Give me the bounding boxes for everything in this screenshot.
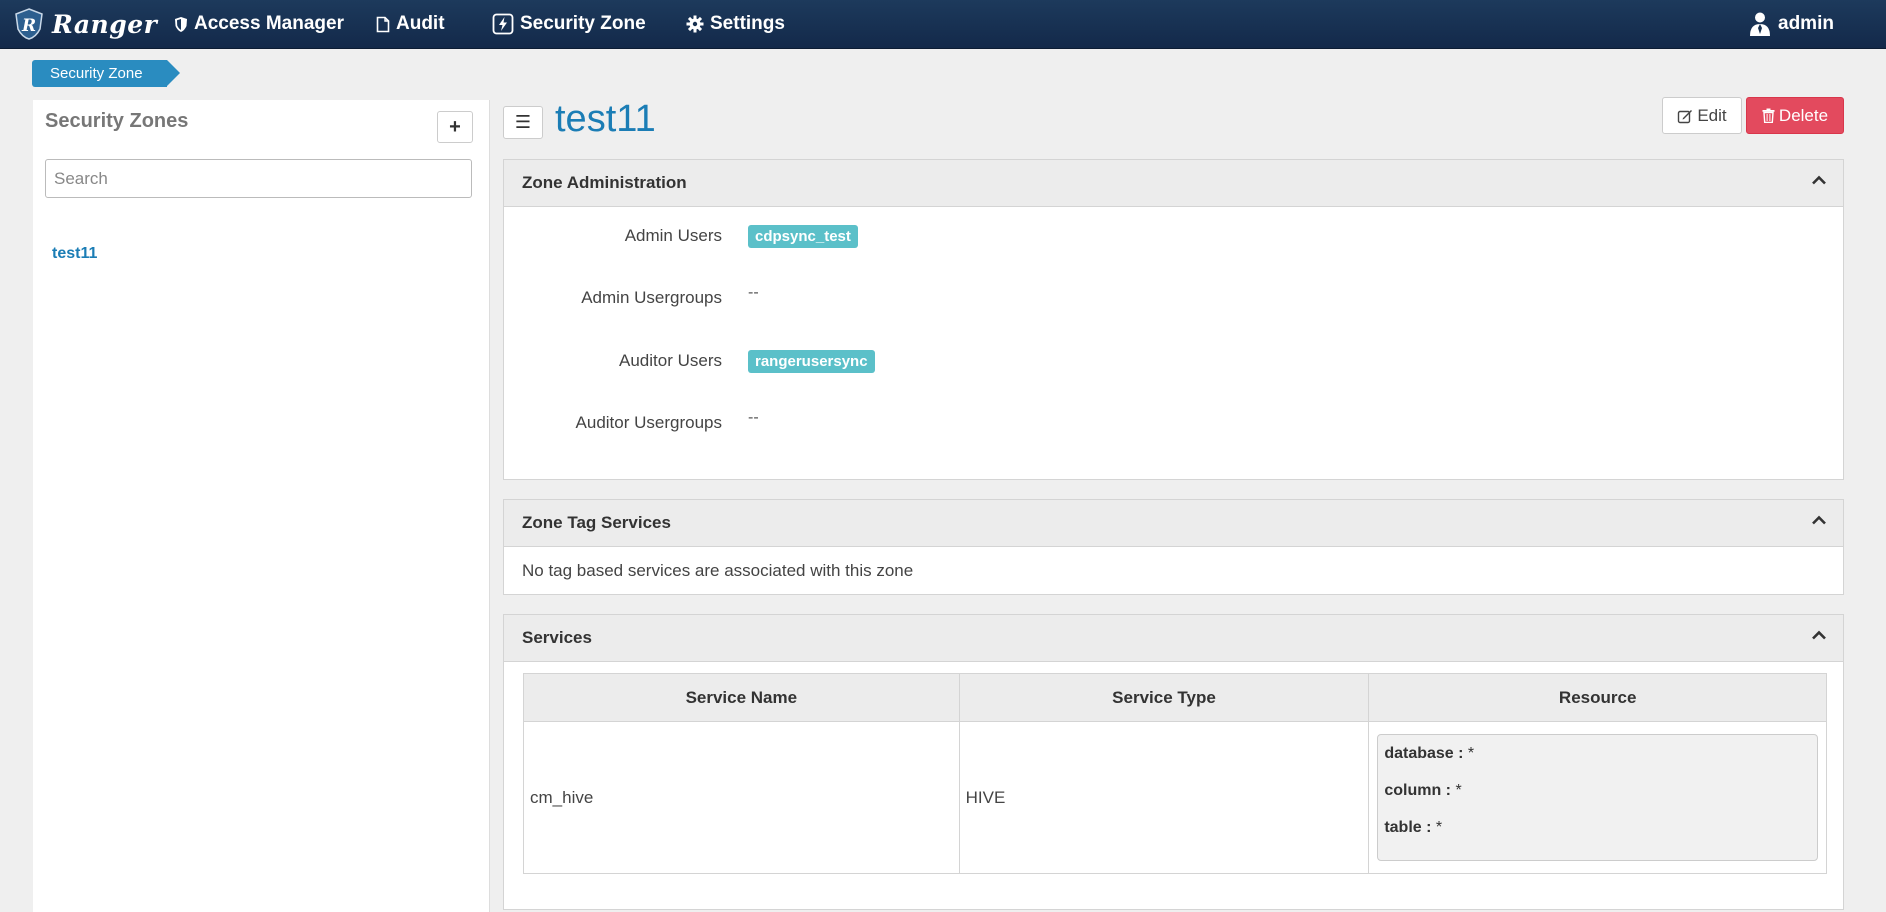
resource-key: database : [1384, 745, 1464, 762]
column-header-service-type: Service Type [958, 673, 1370, 722]
hamburger-icon: ☰ [514, 112, 532, 132]
admin-usergroups-label: Admin Usergroups [581, 288, 722, 307]
services-title: Services [522, 628, 592, 647]
nav-security-zone-label: Security Zone [520, 13, 646, 34]
sidebar-title: Security Zones [45, 110, 189, 132]
resource-key: column : [1384, 782, 1451, 799]
top-navbar: R Ranger Access Manager Audit Security Z… [0, 0, 1886, 49]
resource-cell: database : * column : * table : * [1368, 721, 1827, 874]
zone-tag-services-header[interactable]: Zone Tag Services [504, 500, 1843, 547]
ranger-logo-icon: R [15, 8, 43, 40]
nav-audit[interactable]: Audit [376, 0, 445, 48]
resource-value: * [1435, 819, 1443, 836]
nav-audit-label: Audit [396, 13, 445, 34]
resource-box: database : * column : * table : * [1377, 734, 1818, 861]
no-tag-services-message: No tag based services are associated wit… [522, 561, 914, 580]
user-name: admin [1778, 13, 1834, 34]
zone-title: test11 [555, 98, 656, 140]
zone-administration-panel: Zone Administration Admin Users cdpsync_… [503, 159, 1844, 480]
svg-text:R: R [21, 16, 36, 36]
file-icon [376, 16, 390, 32]
chevron-up-icon[interactable] [1811, 174, 1827, 186]
resource-value: * [1455, 782, 1462, 799]
user-icon [1750, 12, 1770, 36]
brand-name: Ranger [52, 9, 158, 39]
zone-administration-title: Zone Administration [522, 173, 687, 192]
trash-icon [1762, 108, 1775, 123]
auditor-usergroups-label: Auditor Usergroups [575, 413, 722, 432]
edit-button-label: Edit [1697, 105, 1727, 125]
auditor-users-label: Auditor Users [619, 351, 722, 370]
zone-administration-header[interactable]: Zone Administration [504, 160, 1843, 207]
plus-icon: + [449, 115, 461, 138]
edit-button[interactable]: Edit [1662, 97, 1742, 134]
delete-button-label: Delete [1778, 105, 1829, 125]
table-header-row: Service Name Service Type Resource [523, 673, 1827, 722]
gear-icon [686, 15, 704, 33]
services-header[interactable]: Services [504, 615, 1843, 662]
resource-line: database : * [1384, 743, 1811, 780]
bolt-icon [492, 13, 514, 35]
nav-security-zone[interactable]: Security Zone [492, 0, 646, 48]
nav-access-manager-label: Access Manager [194, 13, 344, 34]
resource-value: * [1467, 745, 1475, 762]
services-panel: Services Service Name Service Type Resou… [503, 614, 1844, 910]
table-row: cm_hive HIVE database : * column : * tab… [523, 721, 1827, 874]
auditor-usergroups-value: -- [748, 409, 759, 426]
user-menu[interactable]: admin [1748, 0, 1834, 48]
security-zones-sidebar: Security Zones + test11 [33, 100, 490, 912]
services-table: Service Name Service Type Resource cm_hi… [523, 673, 1827, 874]
nav-settings-label: Settings [710, 13, 785, 34]
delete-button[interactable]: Delete [1746, 97, 1844, 134]
admin-user-tag: cdpsync_test [748, 225, 858, 248]
service-name-cell: cm_hive [523, 721, 960, 874]
nav-access-manager[interactable]: Access Manager [174, 0, 344, 48]
zone-tag-services-title: Zone Tag Services [522, 513, 671, 532]
resource-key: table : [1384, 819, 1432, 836]
resource-line: table : * [1384, 817, 1811, 854]
admin-users-label: Admin Users [624, 226, 722, 245]
auditor-user-tag: rangerusersync [748, 350, 875, 373]
column-header-service-name: Service Name [523, 673, 960, 722]
zone-search-input[interactable] [45, 159, 472, 198]
chevron-up-icon[interactable] [1811, 514, 1827, 526]
add-zone-button[interactable]: + [437, 111, 473, 143]
service-type-cell: HIVE [958, 721, 1370, 874]
edit-icon [1678, 109, 1693, 123]
sidebar-zone-item[interactable]: test11 [52, 245, 97, 263]
zone-tag-services-panel: Zone Tag Services No tag based services … [503, 499, 1844, 595]
nav-settings[interactable]: Settings [686, 0, 785, 48]
admin-usergroups-value: -- [748, 284, 759, 301]
shield-icon [175, 16, 187, 32]
column-header-resource: Resource [1368, 673, 1827, 722]
toggle-sidebar-button[interactable]: ☰ [503, 106, 543, 139]
breadcrumb-security-zone[interactable]: Security Zone [32, 60, 180, 87]
brand-logo[interactable]: R Ranger [12, 5, 157, 43]
resource-line: column : * [1384, 780, 1811, 817]
chevron-up-icon[interactable] [1811, 629, 1827, 641]
